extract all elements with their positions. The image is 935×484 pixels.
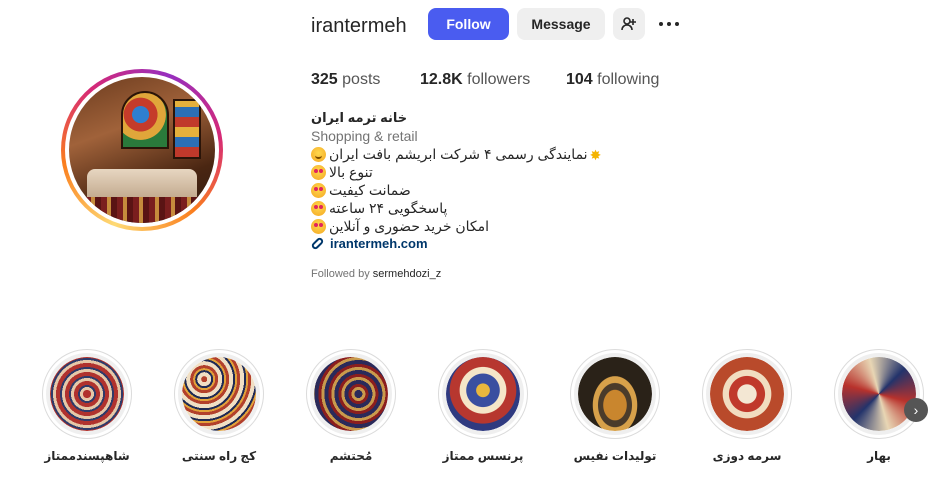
following-label: following bbox=[597, 71, 660, 88]
highlight-ring bbox=[174, 349, 264, 439]
profile-full-name: خانه ترمه ایران bbox=[311, 110, 408, 125]
highlight-label: پرنسس ممتاز bbox=[442, 449, 524, 463]
heart-eyes-emoji-icon bbox=[311, 165, 326, 180]
highlight-ring-inner bbox=[706, 353, 788, 435]
highlight-cover bbox=[842, 357, 916, 431]
highlight-label: کج راه سنتی bbox=[181, 449, 257, 463]
posts-count: 325 bbox=[311, 71, 338, 88]
highlight-ring bbox=[702, 349, 792, 439]
website-text: irantermeh.com bbox=[330, 236, 428, 251]
add-user-button[interactable] bbox=[613, 8, 645, 40]
bio-line-text: تنوع بالا bbox=[329, 164, 373, 180]
smile-emoji-icon bbox=[311, 147, 326, 162]
more-options-icon bbox=[659, 22, 663, 26]
highlight-ring bbox=[306, 349, 396, 439]
bio-line: پاسخگویی ۲۴ ساعته bbox=[311, 200, 447, 217]
highlight-ring-inner bbox=[46, 353, 128, 435]
highlight-cover bbox=[710, 357, 784, 431]
highlight-ring bbox=[834, 349, 924, 439]
bio-line-text: امکان خرید حضوری و آنلاین bbox=[329, 218, 490, 234]
avatar-inner bbox=[65, 73, 219, 227]
posts-label: posts bbox=[342, 71, 381, 88]
bio-line: نمایندگی رسمی ۴ شرکت ابریشم بافت ایران ✸ bbox=[311, 146, 604, 163]
bio-line-text: نمایندگی رسمی ۴ شرکت ابریشم بافت ایران bbox=[329, 146, 588, 162]
followers-count: 12.8K bbox=[420, 71, 463, 88]
highlight-cover bbox=[182, 357, 256, 431]
highlight-ring-inner bbox=[442, 353, 524, 435]
following-stat[interactable]: 104 following bbox=[566, 71, 659, 89]
highlight-ring bbox=[438, 349, 528, 439]
highlight-item[interactable]: مُحتشم bbox=[306, 349, 396, 463]
followers-label: followers bbox=[467, 71, 531, 88]
highlight-label: بهار bbox=[867, 449, 891, 463]
profile-avatar[interactable] bbox=[61, 69, 223, 231]
chevron-right-icon: › bbox=[913, 402, 919, 418]
more-options-button[interactable] bbox=[655, 14, 683, 34]
bio-line-text: پاسخگویی ۲۴ ساعته bbox=[329, 200, 448, 216]
highlight-item[interactable]: سرمه دوزی bbox=[702, 349, 792, 463]
highlight-cover bbox=[50, 357, 124, 431]
highlight-item[interactable]: بهار bbox=[834, 349, 924, 463]
following-count: 104 bbox=[566, 71, 593, 88]
followers-stat[interactable]: 12.8K followers bbox=[420, 71, 530, 89]
highlight-ring bbox=[570, 349, 660, 439]
highlight-cover bbox=[446, 357, 520, 431]
highlight-cover bbox=[314, 357, 388, 431]
add-user-icon bbox=[621, 17, 636, 31]
posts-stat: 325 posts bbox=[311, 71, 380, 89]
message-button[interactable]: Message bbox=[517, 8, 605, 40]
highlight-label: سرمه دوزی bbox=[712, 449, 782, 463]
heart-eyes-emoji-icon bbox=[311, 183, 326, 198]
bio-line: امکان خرید حضوری و آنلاین bbox=[311, 218, 489, 235]
highlight-label: مُحتشم bbox=[329, 449, 373, 463]
bio-line: ضمانت کیفیت bbox=[311, 182, 411, 199]
bio-line: تنوع بالا bbox=[311, 164, 373, 181]
heart-eyes-emoji-icon bbox=[311, 219, 326, 234]
highlight-item[interactable]: کج راه سنتی bbox=[174, 349, 264, 463]
highlight-label: تولیدات نفیس bbox=[573, 449, 657, 463]
followed-by[interactable]: Followed by sermehdozi_z bbox=[311, 268, 441, 280]
highlight-item[interactable]: تولیدات نفیس bbox=[570, 349, 660, 463]
highlight-label: شاهپسندممتاز bbox=[44, 449, 130, 463]
highlight-ring bbox=[42, 349, 132, 439]
dot bbox=[675, 22, 679, 26]
highlight-item[interactable]: پرنسس ممتاز bbox=[438, 349, 528, 463]
dot bbox=[667, 22, 671, 26]
sparkle-icon: ✸ bbox=[589, 146, 602, 163]
profile-category: Shopping & retail bbox=[311, 128, 418, 144]
link-icon bbox=[310, 236, 325, 251]
profile-website-link[interactable]: irantermeh.com bbox=[310, 236, 428, 251]
heart-eyes-emoji-icon bbox=[311, 201, 326, 216]
highlight-ring-inner bbox=[574, 353, 656, 435]
highlights-next-button[interactable]: › bbox=[904, 398, 928, 422]
highlight-ring-inner bbox=[178, 353, 260, 435]
followed-by-user: sermehdozi_z bbox=[372, 268, 442, 280]
follow-button[interactable]: Follow bbox=[428, 8, 509, 40]
avatar-image bbox=[69, 77, 215, 223]
followed-by-prefix: Followed by bbox=[311, 268, 370, 280]
highlight-cover bbox=[578, 357, 652, 431]
bio-line-text: ضمانت کیفیت bbox=[329, 182, 411, 198]
username: irantermeh bbox=[311, 15, 407, 37]
highlight-ring-inner bbox=[310, 353, 392, 435]
avatar-rug bbox=[69, 197, 215, 223]
highlight-item[interactable]: شاهپسندممتاز bbox=[42, 349, 132, 463]
avatar-stained-glass bbox=[121, 91, 169, 149]
highlight-ring-inner bbox=[838, 353, 920, 435]
avatar-stained-glass-side bbox=[173, 99, 201, 159]
